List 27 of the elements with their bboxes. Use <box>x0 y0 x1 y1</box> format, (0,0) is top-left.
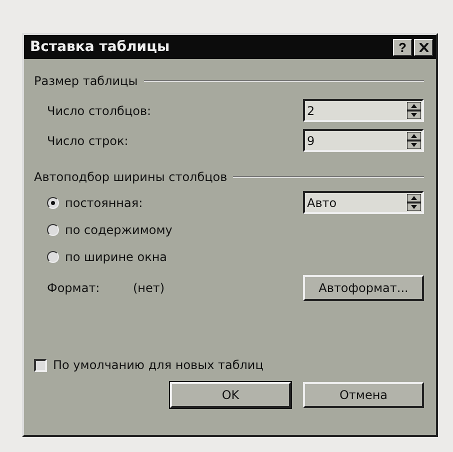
radio-button[interactable] <box>47 224 59 236</box>
radio-label[interactable]: по содержимому <box>65 222 172 236</box>
group-label: Размер таблицы <box>34 74 138 88</box>
radio-label[interactable]: постоянная: <box>65 196 143 210</box>
close-button[interactable] <box>414 38 433 56</box>
number-field[interactable]: 2 <box>303 99 424 122</box>
format-value: (нет) <box>133 281 166 295</box>
field-label: Число строк: <box>47 134 128 148</box>
window-title: Вставка таблицы <box>30 39 171 55</box>
checkbox[interactable] <box>34 358 47 372</box>
checkbox-label[interactable]: По умолчанию для новых таблиц <box>53 358 264 372</box>
width-field[interactable]: Авто <box>303 191 424 214</box>
radio-label[interactable]: по ширине окна <box>65 250 168 264</box>
ok-button[interactable]: OK <box>170 382 291 408</box>
cancel-button[interactable]: Отмена <box>303 382 424 408</box>
number-field[interactable]: 9 <box>303 129 424 152</box>
field-label: Число столбцов: <box>47 104 152 118</box>
spinner-arrows-icon[interactable] <box>407 132 421 149</box>
group-label: Автоподбор ширины столбцов <box>34 170 228 184</box>
close-icon <box>418 42 428 52</box>
spinner-arrows-icon[interactable] <box>407 102 421 119</box>
help-button[interactable]: ? <box>393 38 412 56</box>
format-label: Формат: <box>47 281 101 295</box>
autoformat-button[interactable]: Автоформат... <box>303 275 424 301</box>
radio-button[interactable] <box>47 250 59 262</box>
spinner-arrows-icon[interactable] <box>407 194 421 211</box>
radio-button[interactable] <box>47 196 59 208</box>
